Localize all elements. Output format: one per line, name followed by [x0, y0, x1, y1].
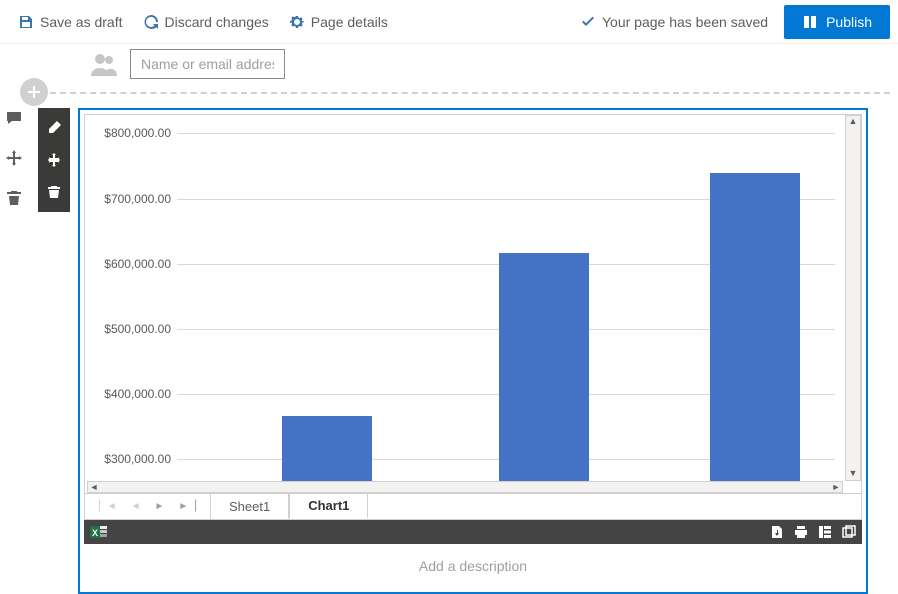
y-tick-label: $300,000.00: [104, 452, 171, 466]
scroll-left-icon[interactable]: ◄: [88, 482, 100, 492]
scroll-down-icon[interactable]: ▼: [846, 468, 860, 480]
sheet-nav-last-icon[interactable]: ►▕: [178, 501, 196, 512]
bar-3: [710, 173, 800, 481]
delete-tool[interactable]: [6, 190, 24, 208]
vertical-scrollbar[interactable]: ▲ ▼: [845, 115, 861, 481]
print-button[interactable]: [794, 525, 808, 539]
save-icon: [18, 14, 34, 30]
webpart-body: $800,000.00 $700,000.00 $600,000.00 $500…: [78, 108, 868, 594]
avatar-placeholder-icon: [88, 48, 120, 80]
data-view-button[interactable]: [818, 525, 832, 539]
sheet-nav: ▏◄ ◄ ► ►▕: [85, 501, 210, 512]
dashed-divider: [40, 92, 890, 94]
people-picker: [88, 44, 898, 88]
move-webpart-button[interactable]: [46, 152, 62, 168]
discard-button[interactable]: Discard changes: [133, 6, 279, 38]
plus-icon: [27, 85, 41, 99]
chart-area: $800,000.00 $700,000.00 $600,000.00 $500…: [85, 119, 843, 481]
move-tool[interactable]: [6, 150, 24, 168]
fullscreen-button[interactable]: [842, 525, 856, 539]
discard-icon: [143, 14, 159, 30]
discard-label: Discard changes: [165, 14, 269, 30]
gear-icon: [289, 14, 305, 30]
people-input[interactable]: [130, 49, 285, 79]
webpart-wrapper: $800,000.00 $700,000.00 $600,000.00 $500…: [38, 108, 868, 594]
sheet-nav-first-icon[interactable]: ▏◄: [99, 501, 117, 512]
delete-webpart-button[interactable]: [46, 184, 62, 200]
excel-logo-icon: X: [90, 524, 108, 540]
edit-webpart-button[interactable]: [46, 120, 62, 136]
y-axis-labels: $800,000.00 $700,000.00 $600,000.00 $500…: [85, 119, 177, 481]
page-details-button[interactable]: Page details: [279, 6, 398, 38]
excel-footer: X: [84, 520, 862, 544]
bar-2: [499, 253, 589, 481]
section-divider: [40, 92, 890, 94]
tab-chart1[interactable]: Chart1: [289, 494, 368, 519]
save-status-label: Your page has been saved: [602, 14, 768, 30]
command-bar: Save as draft Discard changes Page detai…: [0, 0, 898, 44]
save-draft-button[interactable]: Save as draft: [8, 6, 133, 38]
tab-sheet1[interactable]: Sheet1: [210, 494, 289, 519]
webpart-toolbar: [38, 108, 70, 212]
publish-label: Publish: [826, 14, 872, 30]
page-details-label: Page details: [311, 14, 388, 30]
save-status: Your page has been saved: [570, 6, 778, 38]
bar-1: [282, 416, 372, 481]
save-draft-label: Save as draft: [40, 14, 123, 30]
sheet-tabs: ▏◄ ◄ ► ►▕ Sheet1 Chart1: [84, 494, 862, 520]
page-tools: [6, 110, 24, 208]
bars: [177, 119, 835, 481]
download-button[interactable]: [770, 525, 784, 539]
publish-button[interactable]: Publish: [784, 5, 890, 39]
sheet-nav-prev-icon[interactable]: ◄: [131, 501, 141, 512]
publish-icon: [802, 14, 818, 30]
y-tick-label: $800,000.00: [104, 126, 171, 140]
y-tick-label: $400,000.00: [104, 387, 171, 401]
scroll-right-icon[interactable]: ►: [830, 482, 842, 492]
y-tick-label: $700,000.00: [104, 192, 171, 206]
sheet-nav-next-icon[interactable]: ►: [155, 501, 165, 512]
comment-tool[interactable]: [6, 110, 24, 128]
chart-viewport: $800,000.00 $700,000.00 $600,000.00 $500…: [84, 114, 862, 494]
check-icon: [580, 14, 596, 30]
svg-text:X: X: [92, 528, 98, 538]
y-tick-label: $600,000.00: [104, 257, 171, 271]
description-input[interactable]: Add a description: [80, 544, 866, 592]
y-tick-label: $500,000.00: [104, 322, 171, 336]
horizontal-scrollbar[interactable]: ◄ ►: [87, 481, 843, 493]
scroll-up-icon[interactable]: ▲: [846, 116, 860, 128]
add-section-button[interactable]: [20, 78, 48, 106]
